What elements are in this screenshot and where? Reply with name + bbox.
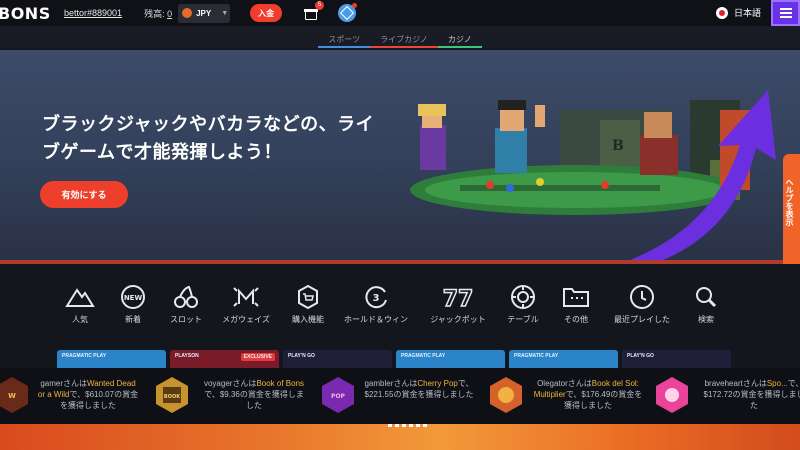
currency-selector[interactable]: JPY ▼: [178, 3, 231, 23]
username-link[interactable]: bettor#889001: [64, 8, 122, 18]
svg-text:W: W: [8, 392, 16, 400]
deposit-button[interactable]: 入金: [250, 4, 283, 22]
game-card[interactable]: PRAGMATIC PLAY: [57, 350, 166, 368]
game-thumbnail-icon[interactable]: [654, 376, 690, 414]
svg-text:3: 3: [373, 293, 380, 304]
hold-win-icon: 3: [365, 286, 387, 309]
winner-user: gamblerさんは: [364, 379, 418, 388]
winner-entry: gamerさんはWanted Dead or a Wildで、$610.07の賞…: [36, 378, 140, 411]
game-thumbnail-icon[interactable]: [488, 376, 524, 414]
game-thumbnail-icon[interactable]: BOOK: [154, 376, 190, 414]
seven-icon: 77: [443, 286, 473, 310]
provider-label: PRAGMATIC PLAY: [401, 353, 446, 359]
category-buy-feature[interactable]: 購入機能: [270, 284, 346, 325]
provider-label: PRAGMATIC PLAY: [514, 353, 559, 359]
help-side-tab-label: ヘルプを表示: [785, 178, 794, 226]
winner-entry: braveheartさんはSpo...で、$172.72の賞金を獲得しました: [702, 378, 800, 411]
provider-label: PLAYSON: [175, 353, 199, 359]
winners-ticker: W gamerさんはWanted Dead or a Wildで、$610.07…: [0, 368, 800, 424]
promo-banner[interactable]: [0, 424, 800, 450]
folder-icon: [563, 288, 589, 307]
language-label: 日本語: [734, 8, 762, 18]
balance-display: 残高: 0: [144, 7, 172, 20]
chip-icon: [511, 285, 535, 309]
japan-flag-icon: [716, 6, 728, 19]
exclusive-badge: EXCLUSIVE: [240, 353, 275, 361]
svg-text:POP: POP: [331, 393, 345, 400]
new-badge-icon: NEW: [121, 285, 145, 309]
winner-entry: voyagerさんはBook of Bons で、$9.36の賞金を獲得しました: [202, 378, 306, 411]
game-card[interactable]: PLAY'N GO: [283, 350, 392, 368]
vip-status-icon[interactable]: [338, 3, 358, 22]
language-selector[interactable]: 日本語: [716, 6, 761, 19]
tab-sports[interactable]: スポーツ: [318, 26, 370, 48]
winner-entry: gamblerさんはCherry Popで、$221.55の賞金を獲得しました: [364, 378, 474, 400]
hero-banner: ブラックジャックやバカラなどの、ライブゲームで才能発揮しよう！ 有効にする B: [0, 50, 800, 260]
game-thumbnail-icon[interactable]: W: [0, 376, 30, 414]
provider-label: PLAY'N GO: [288, 353, 315, 359]
chevron-down-icon: ▼: [221, 9, 229, 17]
svg-text:BOOK: BOOK: [164, 394, 181, 400]
game-card[interactable]: PLAY'N GO: [622, 350, 731, 368]
carousel-dots[interactable]: [388, 424, 428, 427]
cart-icon: [298, 284, 318, 310]
hamburger-menu-button[interactable]: [771, 0, 800, 26]
cherries-icon: [174, 285, 198, 308]
provider-label: PLAY'N GO: [627, 353, 654, 359]
category-label: 検索: [698, 315, 714, 324]
winner-user: braveheartさんは: [704, 379, 767, 388]
winner-text: で、$610.07の賞金を獲得しました: [60, 390, 139, 410]
category-label: 購入機能: [292, 315, 324, 324]
game-card[interactable]: PLAYSON EXCLUSIVE: [170, 350, 279, 368]
category-tabs: スポーツ ライブカジノ カジノ: [0, 26, 800, 48]
coin-icon: [182, 8, 193, 18]
site-logo[interactable]: BONS: [0, 4, 58, 23]
provider-label: PRAGMATIC PLAY: [62, 353, 107, 359]
hero-title: ブラックジャックやバカラなどの、ライブゲームで才能発揮しよう！: [42, 114, 375, 162]
activate-button[interactable]: 有効にする: [40, 181, 128, 208]
game-cards-row: PRAGMATIC PLAY PLAYSON EXCLUSIVE PLAY'N G…: [0, 350, 800, 368]
currency-label: JPY: [196, 8, 212, 18]
game-category-nav: 人気 NEW 新着 スロット メガウェイズ 購入機能 3 ホールド＆ウィン 77…: [0, 264, 800, 350]
winner-user: gamerさんは: [40, 379, 88, 388]
clock-icon: [630, 285, 654, 309]
winner-game-link[interactable]: Cherry Pop: [417, 379, 457, 388]
winner-user: voyagerさんは: [203, 379, 257, 388]
winner-text: で、$9.36の賞金を獲得しました: [204, 390, 304, 410]
winner-entry: OlegatorさんはBook del Sol: Multiplierで、$17…: [532, 378, 644, 411]
category-label: ホールド＆ウィン: [344, 315, 408, 324]
category-other[interactable]: その他: [538, 284, 614, 325]
game-card[interactable]: PRAGMATIC PLAY: [509, 350, 618, 368]
game-thumbnail-icon[interactable]: POP: [320, 376, 356, 414]
tab-casino[interactable]: カジノ: [437, 26, 482, 48]
winner-game-link[interactable]: Spo...: [767, 379, 788, 388]
category-hold-and-win[interactable]: 3 ホールド＆ウィン: [338, 284, 414, 325]
arrow-pointer-icon: [629, 90, 776, 260]
balance-value[interactable]: 0: [167, 9, 172, 19]
balance-label: 残高:: [144, 8, 168, 19]
winner-game-link[interactable]: Book of Bons: [256, 379, 304, 388]
winner-user: Olegatorさんは: [537, 379, 592, 388]
winner-text: で、$176.49の賞金を獲得しました: [564, 390, 643, 410]
category-search[interactable]: 検索: [668, 284, 744, 325]
megaways-icon: [233, 287, 259, 307]
search-icon: [696, 287, 717, 308]
game-card[interactable]: PRAGMATIC PLAY: [396, 350, 505, 368]
gift-icon[interactable]: 5: [304, 0, 325, 20]
svg-text:NEW: NEW: [124, 294, 143, 302]
tab-live-casino[interactable]: ライブカジノ: [370, 26, 438, 48]
gift-count-badge: 5: [315, 0, 325, 10]
svg-text:77: 77: [443, 287, 473, 310]
top-navigation-bar: BONS bettor#889001 残高: 0 JPY ▼ 入金 5 日本語: [0, 0, 800, 26]
mountain-icon: [65, 288, 95, 307]
category-label: その他: [564, 315, 588, 324]
